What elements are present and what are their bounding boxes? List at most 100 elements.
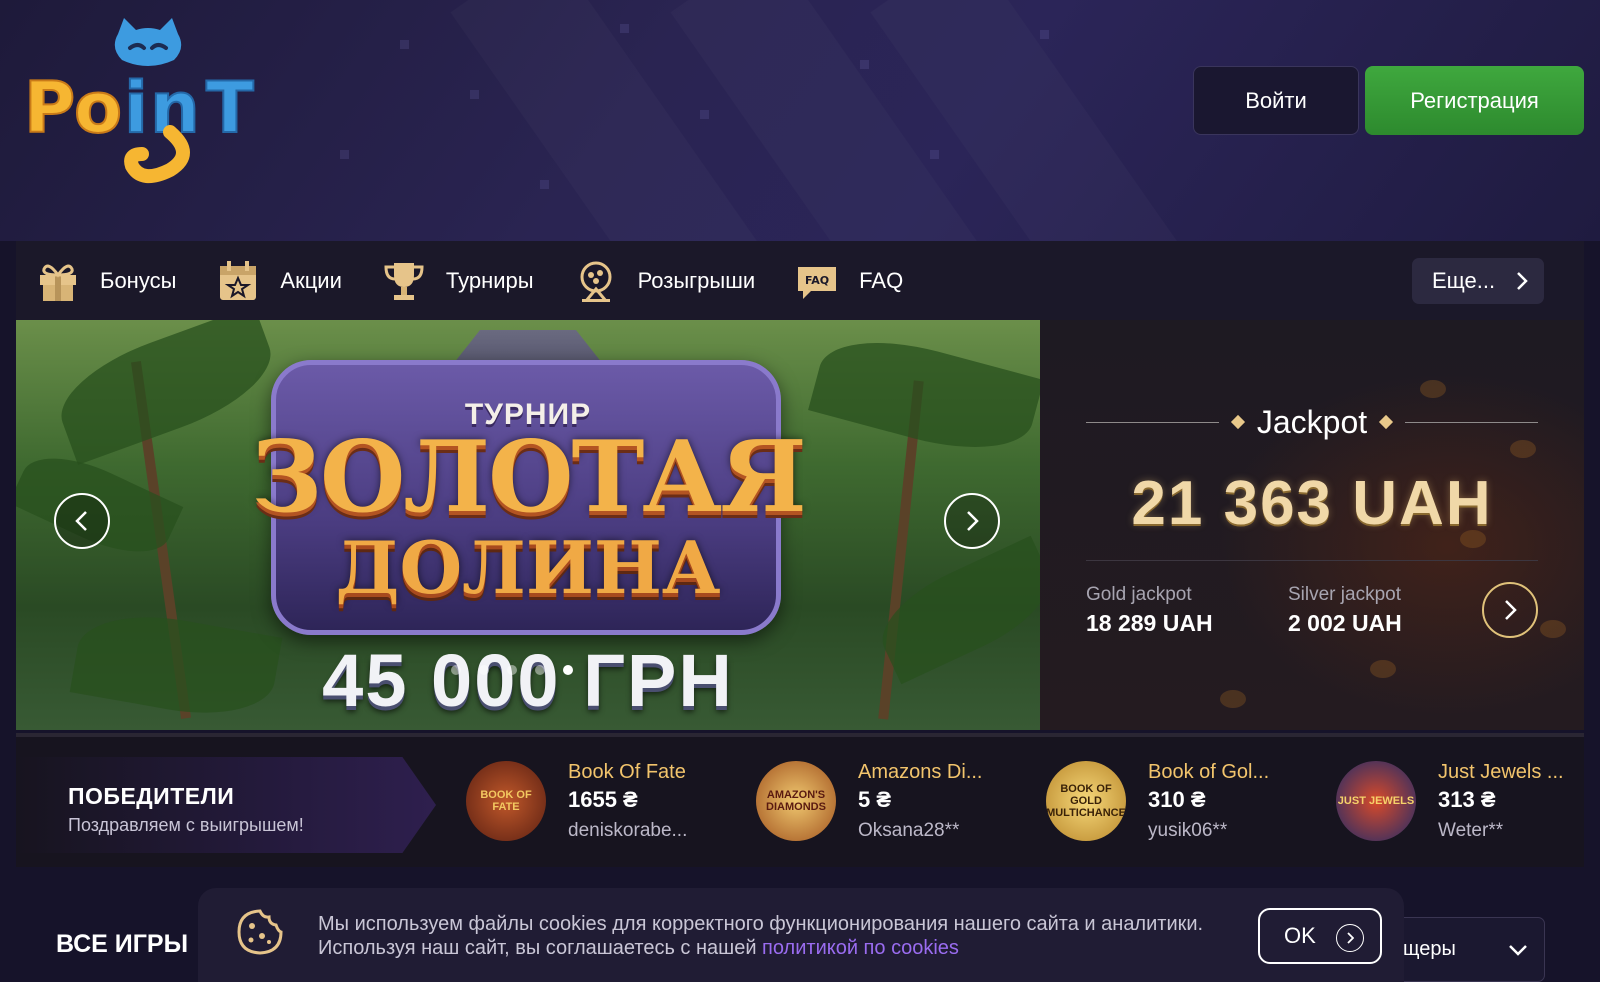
jackpot-heading: Jackpot [1086,404,1538,440]
gold-jackpot-label: Gold jackpot [1086,584,1192,605]
header-pixel [700,110,709,119]
cookie-policy-link[interactable]: политикой по cookies [762,937,959,959]
header-pixel [540,180,549,189]
slider-dot[interactable] [563,665,573,675]
winner-amount: 5 ₴ [858,787,892,812]
silver-jackpot-label: Silver jackpot [1288,584,1401,605]
main-nav: Бонусы Акции Турниры Розыгрыши FAQ FAQ Е… [16,241,1584,320]
point-logo[interactable]: P o i n T [20,14,272,194]
winner-game: Just Jewels ... [1438,761,1564,783]
providers-dropdown[interactable]: щеры [1390,917,1545,982]
slider-dot[interactable] [451,665,461,675]
header-pixel [620,24,629,33]
slider-dot[interactable] [479,665,489,675]
header-pixel [930,150,939,159]
header-pixel [470,90,479,99]
svg-text:o: o [74,67,122,149]
svg-text:P: P [24,67,73,149]
faq-icon: FAQ [798,266,837,299]
slider-dot[interactable] [507,665,517,675]
nav-label: FAQ [859,267,904,293]
ok-label: OK [1284,923,1316,948]
banner-prev-button[interactable] [54,493,110,549]
cookie-line1: Мы используем файлы cookies для корректн… [318,913,1204,935]
winner-user: Oksana28** [858,820,960,841]
coin-decor [1220,690,1246,708]
chevron-right-icon [967,511,979,531]
winners-section: ПОБЕДИТЕЛИ Поздравляем с выигрышем! BOOK… [16,737,1584,867]
nav-label: Розыгрыши [637,267,756,293]
calendar-star-icon [220,260,257,300]
winner-game: Amazons Di... [858,761,983,783]
chevron-right-icon [1517,272,1528,290]
coin-decor [1420,380,1446,398]
header-pixel [400,40,409,49]
all-games-title[interactable]: ВСЕ ИГРЫ [56,930,188,959]
coin-decor [1540,620,1566,638]
game-thumbnail: BOOK OF GOLD MULTICHANCE [1046,761,1126,841]
nav-item-bonuses[interactable]: Бонусы [36,241,176,320]
tournament-title-line2: ДОЛИНА [335,525,721,610]
winner-card[interactable]: JUST JEWELS Just Jewels ... 313 ₴ Weter*… [1336,751,1600,851]
nav-item-faq[interactable]: FAQ FAQ [795,241,903,320]
cookie-line2: Используя наш сайт, вы соглашаетесь с на… [318,936,1203,960]
tournament-prize: 45 000 ГРН [322,639,734,722]
game-thumbnail: BOOK OF FATE [466,761,546,841]
nav-label: Акции [280,267,342,293]
jackpot-next-button[interactable] [1482,582,1538,638]
slider-dot[interactable] [535,665,545,675]
chevron-right-icon [1336,924,1364,952]
jackpot-title: Jackpot [1256,403,1368,440]
trophy-icon [384,262,424,300]
chevron-down-icon [1509,945,1527,956]
nav-item-tournaments[interactable]: Турниры [382,241,534,320]
nav-label: Бонусы [100,267,177,293]
cookie-text: Мы используем файлы cookies для корректн… [318,912,1203,960]
cookie-ok-button[interactable]: OK [1258,908,1382,964]
winner-amount: 313 ₴ [1438,787,1496,812]
slider-dots [0,665,1024,675]
gift-icon [40,264,76,301]
nav-item-draws[interactable]: Розыгрыши [574,241,756,320]
login-button[interactable]: Войти [1193,66,1359,135]
diamond-icon [1230,414,1245,430]
svg-text:FAQ: FAQ [805,274,829,287]
winner-amount: 310 ₴ [1148,787,1206,812]
jackpot-amount: 21 363 UAH [1131,469,1493,538]
winners-title: ПОБЕДИТЕЛИ [68,783,235,809]
divider [1086,560,1538,561]
winners-subtitle: Поздравляем с выигрышем! [68,815,304,835]
divider [1405,421,1538,423]
winner-game: Book Of Fate [568,761,686,783]
more-button[interactable]: Еще... [1412,258,1544,304]
lottery-drum-icon [580,261,612,302]
more-label: Еще... [1432,268,1496,293]
jackpot-panel: Jackpot 21 363 UAH Gold jackpot 18 289 U… [1040,320,1584,730]
winner-card[interactable]: BOOK OF GOLD MULTICHANCE Book of Gol... … [1046,751,1316,851]
nav-item-promotions[interactable]: Акции [216,241,342,320]
register-button[interactable]: Регистрация [1365,66,1584,135]
winner-game: Book of Gol... [1148,761,1270,783]
cookie-line2-text: Используя наш сайт, вы соглашаетесь с на… [318,937,763,959]
chevron-right-icon [1505,600,1517,620]
banner-next-button[interactable] [944,493,1000,549]
site-header: P o i n T Войти Регистрация [0,0,1600,241]
coin-decor [1370,660,1396,678]
game-thumbnail: JUST JEWELS [1336,761,1416,841]
header-pixel [1040,30,1049,39]
game-thumbnail: AMAZON'S DIAMONDS [756,761,836,841]
winner-user: deniskorabe... [568,820,688,841]
silver-jackpot-value: 2 002 UAH [1288,610,1402,636]
gold-jackpot-value: 18 289 UAH [1086,610,1213,636]
tournament-title: ЗОЛОТАЯ [251,420,806,535]
winner-card[interactable]: BOOK OF FATE Book Of Fate 1655 ₴ denisko… [466,751,736,851]
winner-card[interactable]: AMAZON'S DIAMONDS Amazons Di... 5 ₴ Oksa… [756,751,1026,851]
cookie-icon [237,909,283,955]
header-pixel [340,150,349,159]
providers-label: щеры [1403,938,1456,960]
cookie-banner: Мы используем файлы cookies для корректн… [198,888,1404,982]
winner-user: Weter** [1438,820,1504,841]
winner-amount: 1655 ₴ [568,787,638,812]
svg-text:i: i [124,67,148,149]
svg-text:T: T [206,67,254,149]
